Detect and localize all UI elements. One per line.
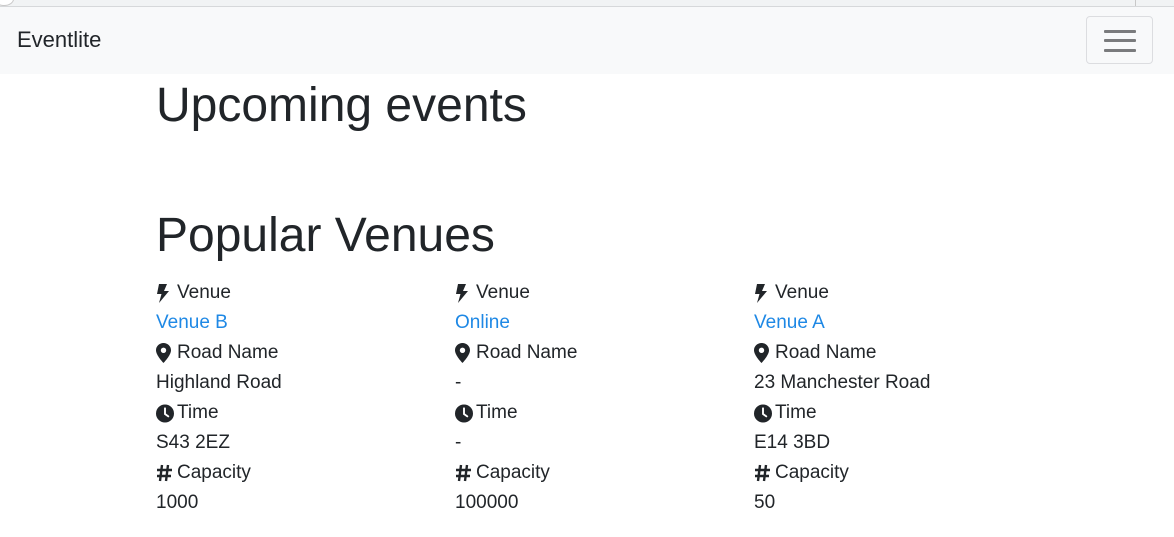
capacity-value: 50	[754, 492, 776, 513]
upcoming-events-heading: Upcoming events	[156, 79, 527, 132]
venue-link[interactable]: Venue B	[156, 308, 228, 338]
venue-label-row: Venue	[455, 278, 745, 308]
capacity-value: 100000	[455, 492, 519, 513]
map-marker-icon	[156, 343, 174, 363]
venue-link[interactable]: Online	[455, 308, 510, 338]
venue-name-row: Online	[455, 308, 745, 338]
road-label-row: Road Name	[455, 338, 745, 368]
road-label-row: Road Name	[156, 338, 446, 368]
venue-card: Venue Online Road Name - Time - Capacity…	[455, 278, 745, 518]
clock-icon	[455, 403, 473, 423]
capacity-label-row: Capacity	[455, 458, 745, 488]
time-label-row: Time	[455, 398, 745, 428]
venue-label: Venue	[476, 282, 530, 303]
time-value: -	[455, 432, 462, 453]
time-value: S43 2EZ	[156, 432, 230, 453]
capacity-value: 1000	[156, 492, 199, 513]
hash-icon	[754, 463, 772, 483]
time-label-row: Time	[156, 398, 446, 428]
hash-icon	[455, 463, 473, 483]
hamburger-icon	[1104, 30, 1136, 33]
venue-label: Venue	[177, 282, 231, 303]
time-label-row: Time	[754, 398, 1044, 428]
capacity-label: Capacity	[476, 462, 550, 483]
tab-edge	[0, 0, 14, 6]
hash-icon	[156, 463, 174, 483]
capacity-label: Capacity	[775, 462, 849, 483]
bolt-icon	[156, 283, 174, 303]
browser-top-edge	[0, 0, 1174, 7]
bolt-icon	[754, 283, 772, 303]
hamburger-icon	[1104, 39, 1136, 42]
road-value: 23 Manchester Road	[754, 372, 931, 393]
venue-label: Venue	[775, 282, 829, 303]
time-value: E14 3BD	[754, 432, 831, 453]
road-label: Road Name	[476, 342, 578, 363]
clock-icon	[754, 403, 772, 423]
time-label: Time	[177, 402, 219, 423]
venue-label-row: Venue	[754, 278, 1044, 308]
navbar-brand[interactable]: Eventlite	[17, 27, 101, 53]
capacity-label: Capacity	[177, 462, 251, 483]
venue-name-row: Venue A	[754, 308, 1044, 338]
time-label: Time	[775, 402, 817, 423]
clock-icon	[156, 403, 174, 423]
bolt-icon	[455, 283, 473, 303]
time-label: Time	[476, 402, 518, 423]
road-label: Road Name	[775, 342, 877, 363]
navbar: Eventlite	[0, 7, 1174, 74]
hamburger-icon	[1104, 49, 1136, 52]
road-value: -	[455, 372, 462, 393]
road-label-row: Road Name	[754, 338, 1044, 368]
map-marker-icon	[455, 343, 473, 363]
navbar-toggler-button[interactable]	[1086, 16, 1153, 64]
road-value: Highland Road	[156, 372, 282, 393]
popular-venues-heading: Popular Venues	[156, 209, 495, 262]
venue-label-row: Venue	[156, 278, 446, 308]
venue-card: Venue Venue B Road Name Highland Road Ti…	[156, 278, 446, 518]
road-label: Road Name	[177, 342, 279, 363]
capacity-label-row: Capacity	[754, 458, 1044, 488]
venue-name-row: Venue B	[156, 308, 446, 338]
capacity-label-row: Capacity	[156, 458, 446, 488]
venue-card: Venue Venue A Road Name 23 Manchester Ro…	[754, 278, 1044, 518]
venue-link[interactable]: Venue A	[754, 308, 825, 338]
map-marker-icon	[754, 343, 772, 363]
window-edge	[1135, 0, 1136, 6]
